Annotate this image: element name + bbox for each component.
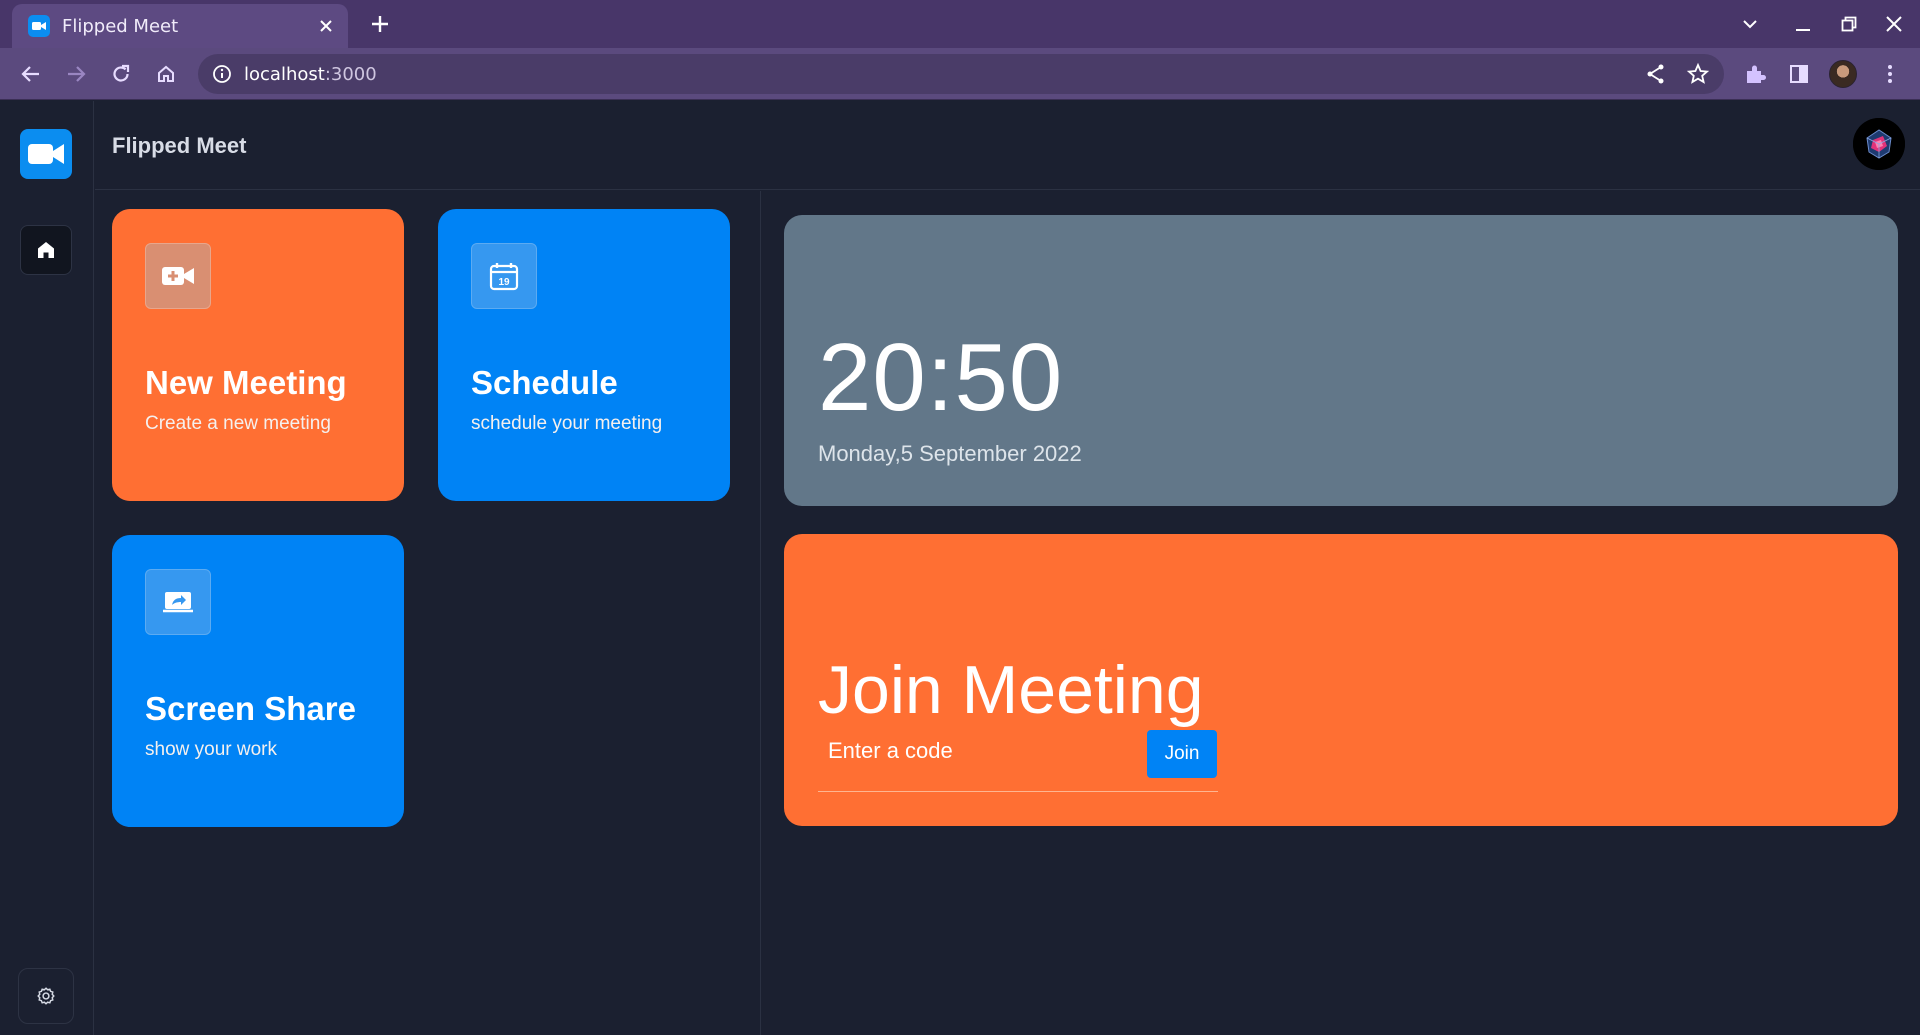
screen-share-title: Screen Share (145, 690, 356, 727)
minimize-icon[interactable] (1789, 10, 1817, 38)
app-root: Flipped Meet New Meeting Create a new me… (0, 101, 1920, 1035)
tab-favicon-icon (28, 15, 50, 37)
input-underline (818, 791, 1218, 792)
page-title: Flipped Meet (112, 133, 247, 158)
meeting-code-input[interactable] (828, 729, 1128, 773)
profile-avatar[interactable] (1827, 58, 1859, 90)
tab-close-icon[interactable] (314, 14, 338, 38)
clock-time: 20:50 (818, 324, 1064, 431)
browser-toolbar: localhost:3000 (0, 48, 1920, 100)
app-logo-icon[interactable] (20, 129, 72, 179)
join-button[interactable]: Join (1147, 730, 1217, 778)
schedule-subtitle: schedule your meeting (471, 413, 663, 434)
side-panel-icon[interactable] (1783, 58, 1815, 90)
extensions-icon[interactable] (1739, 58, 1771, 90)
screen-share-subtitle: show your work (145, 739, 277, 760)
new-meeting-subtitle: Create a new meeting (145, 413, 331, 434)
home-icon (38, 242, 54, 258)
home-nav-button[interactable] (20, 225, 72, 275)
browser-tab-bar: Flipped Meet (0, 0, 1920, 48)
screen-share-icon (145, 569, 211, 635)
join-meeting-card: Join Meeting Join (784, 534, 1898, 826)
schedule-title: Schedule (471, 364, 618, 401)
restore-icon[interactable] (1835, 10, 1863, 38)
tab-title: Flipped Meet (62, 16, 179, 37)
share-icon[interactable] (1644, 62, 1668, 86)
user-avatar[interactable] (1853, 118, 1905, 170)
new-tab-icon[interactable] (366, 10, 394, 38)
new-meeting-title: New Meeting (145, 364, 347, 401)
home-browser-icon[interactable] (150, 58, 182, 90)
close-window-icon[interactable] (1880, 10, 1908, 38)
back-icon[interactable] (15, 58, 47, 90)
clock-date: Monday,5 September 2022 (818, 441, 1082, 466)
schedule-card[interactable]: 19 Schedule schedule your meeting (438, 209, 730, 501)
sidebar (0, 101, 94, 1035)
bookmark-star-icon[interactable] (1686, 62, 1710, 86)
settings-button[interactable] (18, 968, 74, 1024)
new-meeting-card[interactable]: New Meeting Create a new meeting (112, 209, 404, 501)
join-meeting-title: Join Meeting (818, 652, 1204, 728)
video-plus-icon (145, 243, 211, 309)
actions-panel: New Meeting Create a new meeting 19 Sche… (95, 191, 761, 1035)
calendar-day-text: 19 (498, 277, 510, 288)
address-bar[interactable]: localhost:3000 (198, 54, 1724, 94)
calendar-icon: 19 (471, 243, 537, 309)
app-header: Flipped Meet (95, 101, 1920, 190)
forward-icon[interactable] (60, 58, 92, 90)
site-info-icon[interactable] (212, 64, 232, 84)
browser-menu-icon[interactable] (1874, 58, 1906, 90)
screen-share-card[interactable]: Screen Share show your work (112, 535, 404, 827)
browser-tab[interactable]: Flipped Meet (12, 4, 348, 48)
clock-card: 20:50 Monday,5 September 2022 (784, 215, 1898, 506)
url-text: localhost:3000 (244, 64, 377, 85)
reload-icon[interactable] (105, 58, 137, 90)
gear-icon (37, 987, 55, 1005)
tab-search-icon[interactable] (1736, 10, 1764, 38)
